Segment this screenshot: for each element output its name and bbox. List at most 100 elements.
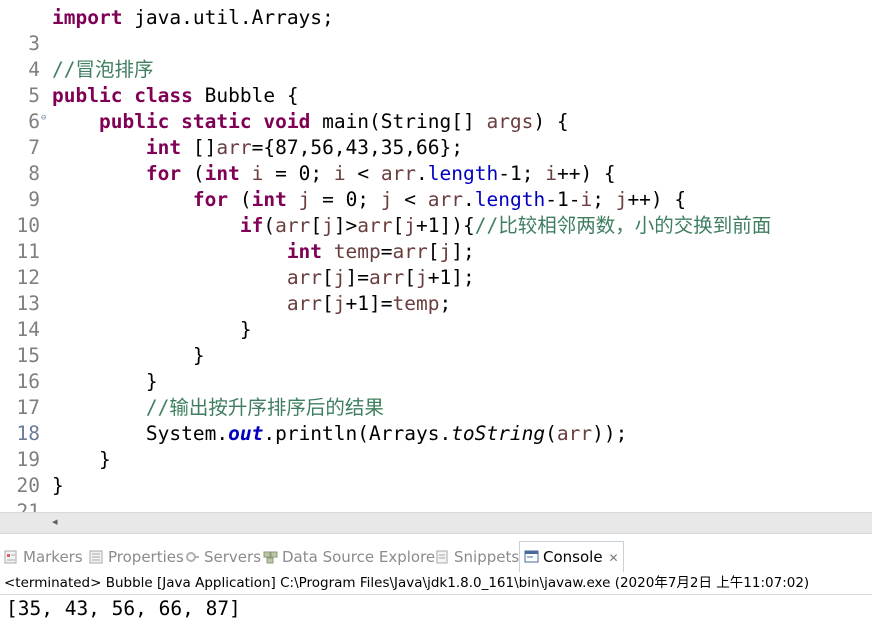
horizontal-scrollbar[interactable]: ◂ [0, 512, 872, 534]
code-line: 19 System.out.println(Arrays.toString(ar… [0, 421, 872, 471]
code-line: 20 } [0, 447, 872, 497]
variable: i [251, 162, 264, 185]
tab-markers[interactable]: Markers [4, 544, 83, 570]
code-text: [ [322, 266, 334, 289]
variable: arr [286, 266, 323, 289]
code-line: 15 } [0, 317, 872, 367]
tab-console[interactable]: Console ✕ [519, 541, 624, 572]
code-text: } [52, 318, 252, 341]
code-line: 4 [0, 31, 872, 81]
code-line: 7 ⊖ public static void main(String[] arg… [0, 109, 872, 159]
code-text: ++) { [556, 162, 616, 185]
tab-data-source-explorer[interactable]: Data Source Explorer [263, 544, 441, 570]
tab-label: Console [543, 548, 603, 566]
code-text: ( [545, 422, 557, 445]
keyword: int [145, 136, 182, 159]
code-text: ={87,56,43,35,66}; [251, 136, 463, 159]
tab-properties[interactable]: Properties [89, 544, 184, 570]
code-line: 10 for (int j = 0; j < arr.length-1-i; j… [0, 187, 872, 237]
markers-icon [4, 550, 17, 564]
keyword: import [52, 6, 123, 29]
code-text: -1- [545, 188, 581, 211]
code-text: ( [181, 162, 205, 185]
variable: i [545, 162, 557, 185]
code-text: ) { [533, 110, 569, 133]
servers-icon [186, 552, 199, 562]
code-text: ]> [333, 214, 358, 237]
data-source-icon [263, 551, 278, 564]
code-line: 3 import java.util.Arrays; [0, 5, 872, 55]
console-output[interactable]: [35, 43, 56, 66, 87] [6, 596, 241, 622]
panel-tab-bar: Markers Properties Servers Data Source E… [0, 540, 872, 572]
variable: j [416, 266, 428, 289]
variable: j [322, 214, 334, 237]
comment: //输出按升序排序后的结果 [145, 396, 384, 419]
static-method: toString [451, 422, 546, 445]
variable: arr [380, 162, 417, 185]
tab-label: Servers [204, 548, 262, 566]
code-line: 21 } [0, 473, 872, 512]
variable: i [333, 162, 346, 185]
code-line: 9 for (int i = 0; i < arr.length-1; i++)… [0, 161, 872, 211]
code-text: [ [310, 214, 323, 237]
variable: j [615, 188, 628, 211]
code-text: [ [392, 214, 405, 237]
variable: j [380, 188, 393, 211]
code-text: = 0; [310, 188, 381, 211]
close-icon[interactable]: ✕ [609, 551, 619, 565]
code-text: ; [439, 292, 452, 315]
variable: i [580, 188, 593, 211]
code-line: 11 if(arr[j]>arr[j+1]){//比较相邻两数，小的交换到前面 [0, 213, 872, 263]
keyword: int [251, 188, 287, 211]
variable: arr [369, 266, 405, 289]
fold-collapse-icon[interactable]: ⊖ [41, 109, 46, 127]
keyword: int [286, 240, 323, 263]
console-status-line: <terminated> Bubble [Java Application] C… [4, 575, 810, 591]
tab-label: Properties [108, 548, 184, 566]
static-field: out [228, 422, 264, 445]
code-text: < [345, 162, 381, 185]
variable: j [439, 240, 452, 263]
properties-icon [89, 550, 103, 564]
tab-snippets[interactable]: Snippets [435, 544, 519, 570]
code-text: +1]; [427, 266, 475, 289]
variable: arr [556, 422, 593, 445]
code-text: = 0; [263, 162, 334, 185]
code-line: 17 } [0, 369, 872, 419]
code-text: java.util.Arrays; [122, 6, 334, 29]
snippets-icon [436, 550, 448, 564]
code-text: } [52, 474, 64, 497]
code-line: 18 //输出按升序排序后的结果 [0, 395, 872, 445]
code-line: 14 arr[j+1]=temp; [0, 291, 872, 341]
code-line: 5 //冒泡排序 [0, 57, 872, 107]
code-text: )); [592, 422, 628, 445]
variable: arr [392, 240, 428, 263]
code-text: -1; [498, 162, 546, 185]
divider [0, 594, 872, 595]
variable: j [333, 292, 346, 315]
code-text: main(String[] [310, 110, 487, 133]
parameter: args [486, 110, 534, 133]
code-text: . [463, 188, 475, 211]
code-text: . [416, 162, 428, 185]
keyword: for [145, 162, 182, 185]
code-text: [ [404, 266, 417, 289]
tab-servers[interactable]: Servers [185, 544, 261, 570]
tab-label: Data Source Explorer [282, 548, 442, 566]
code-text: +1]){ [416, 214, 475, 237]
variable: j [298, 188, 311, 211]
keyword: int [204, 162, 240, 185]
code-editor[interactable]: 3 import java.util.Arrays; 4 5 //冒泡排序 6 … [0, 0, 872, 512]
code-line: 13 arr[j]=arr[j+1]; [0, 265, 872, 315]
scroll-left-arrow-icon[interactable]: ◂ [52, 515, 58, 528]
variable: temp [392, 292, 440, 315]
code-text: [ [427, 240, 440, 263]
code-text: ]; [451, 240, 475, 263]
code-text: } [52, 448, 111, 471]
